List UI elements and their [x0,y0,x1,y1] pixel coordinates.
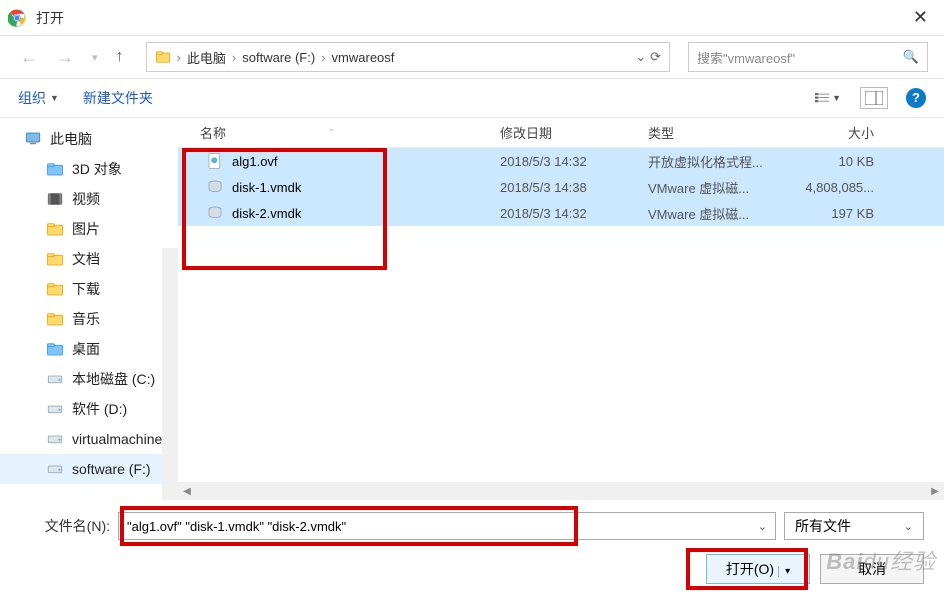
tree-item-icon [46,460,64,478]
chevron-down-icon: ▼ [832,93,841,103]
tree-item-label: 3D 对象 [72,159,122,179]
tree-item-label: 本地磁盘 (C:) [72,369,155,389]
search-input[interactable]: 搜索"vmwareosf" 🔍 [688,42,928,72]
search-placeholder: 搜索"vmwareosf" [697,48,795,67]
column-header-date[interactable]: 修改日期 [500,123,648,142]
tree-item-label: 文档 [72,249,100,269]
sort-indicator-icon: ˆ [330,128,333,138]
preview-pane-button[interactable] [860,87,888,109]
file-type: VMware 虚拟磁... [648,204,798,223]
file-size: 197 KB [798,206,894,221]
window-title: 打开 [36,8,905,28]
file-size: 10 KB [798,154,894,169]
pc-icon [24,130,42,148]
tree-item-label: 下载 [72,279,100,299]
open-button[interactable]: 打开(O)▾ [706,554,810,584]
column-header-type[interactable]: 类型 [648,123,798,142]
address-bar[interactable]: › 此电脑 › software (F:) › vmwareosf ⌄ ⟳ [146,42,670,72]
forward-button[interactable]: → [52,47,78,68]
tree-item-label: software (F:) [72,461,151,477]
cancel-button[interactable]: 取消 [820,554,924,584]
column-header-name[interactable]: 名称ˆ [178,123,500,142]
recent-dropdown[interactable]: ▾ [88,51,102,64]
tree-item[interactable]: virtualmachine [0,424,178,454]
tree-item-label: 音乐 [72,309,100,329]
breadcrumb-root[interactable]: 此电脑 [187,48,226,67]
help-button[interactable]: ? [906,88,926,108]
tree-item-icon [46,340,64,358]
breadcrumb-sep-icon: › [177,50,181,65]
tree-item-icon [46,430,64,448]
file-row[interactable]: disk-2.vmdk 2018/5/3 14:32VMware 虚拟磁...19… [178,200,944,226]
close-button[interactable]: ✕ [905,7,936,28]
back-button[interactable]: ← [16,47,42,68]
tree-item[interactable]: software (F:) [0,454,178,484]
tree-item-icon [46,220,64,238]
tree-item-label: 图片 [72,219,100,239]
organize-button[interactable]: 组织 ▼ [18,88,59,108]
tree-item[interactable]: 本地磁盘 (C:) [0,364,178,394]
folder-tree[interactable]: 此电脑 3D 对象视频图片文档下载音乐桌面本地磁盘 (C:) 软件 (D:) vir… [0,118,178,500]
file-row[interactable]: alg1.ovf 2018/5/3 14:32开放虚拟化格式程...10 KB [178,148,944,174]
tree-item-icon [46,250,64,268]
filename-label: 文件名(N): [20,516,110,536]
chevron-down-icon[interactable]: ⌄ [758,520,767,533]
chrome-icon [8,9,26,27]
view-options-button[interactable]: ▼ [814,87,842,109]
breadcrumb-drive[interactable]: software (F:) [242,50,315,65]
tree-scrollbar[interactable] [162,248,178,500]
tree-item[interactable]: 桌面 [0,334,178,364]
tree-item[interactable]: 文档 [0,244,178,274]
tree-this-pc[interactable]: 此电脑 [0,124,178,154]
breadcrumb-sep-icon: › [232,50,236,65]
tree-item[interactable]: 音乐 [0,304,178,334]
file-name: disk-2.vmdk [232,206,301,221]
file-type-filter[interactable]: 所有文件 ⌄ [784,512,924,540]
file-icon [206,152,224,170]
file-type: 开放虚拟化格式程... [648,152,798,171]
new-folder-button[interactable]: 新建文件夹 [83,88,153,108]
tree-item-label: 软件 (D:) [72,399,127,419]
file-row[interactable]: disk-1.vmdk 2018/5/3 14:38VMware 虚拟磁...4,… [178,174,944,200]
file-size: 4,808,085... [798,180,894,195]
scroll-right-icon[interactable]: ▶ [926,482,944,500]
file-date: 2018/5/3 14:32 [500,206,648,221]
filename-input[interactable]: "alg1.ovf" "disk-1.vmdk" "disk-2.vmdk" ⌄ [118,512,776,540]
split-dropdown-icon[interactable]: ▾ [778,566,790,577]
file-icon [206,178,224,196]
file-date: 2018/5/3 14:38 [500,180,648,195]
tree-item[interactable]: 软件 (D:) [0,394,178,424]
file-type: VMware 虚拟磁... [648,178,798,197]
tree-item-icon [46,370,64,388]
horizontal-scrollbar[interactable]: ◀ ▶ [178,482,944,500]
tree-item-icon [46,400,64,418]
tree-item[interactable]: 图片 [0,214,178,244]
tree-item-icon [46,160,64,178]
file-name: disk-1.vmdk [232,180,301,195]
tree-item-label: 桌面 [72,339,100,359]
search-icon: 🔍 [903,49,919,65]
tree-item[interactable]: 3D 对象 [0,154,178,184]
tree-item-icon [46,280,64,298]
folder-icon [155,49,171,65]
file-date: 2018/5/3 14:32 [500,154,648,169]
file-icon [206,204,224,222]
column-header-size[interactable]: 大小 [798,123,894,142]
scroll-left-icon[interactable]: ◀ [178,482,196,500]
tree-item[interactable]: 下载 [0,274,178,304]
tree-item-label: 视频 [72,189,100,209]
breadcrumb-folder[interactable]: vmwareosf [332,50,395,65]
refresh-icon[interactable]: ⟳ [650,49,661,65]
tree-item-icon [46,190,64,208]
address-dropdown-icon[interactable]: ⌄ [635,49,646,65]
file-name: alg1.ovf [232,154,278,169]
up-button[interactable]: ↑ [112,48,128,66]
tree-item[interactable]: 视频 [0,184,178,214]
breadcrumb-sep-icon: › [321,50,325,65]
tree-item-icon [46,310,64,328]
tree-item-label: virtualmachine [72,431,162,447]
chevron-down-icon[interactable]: ⌄ [904,520,913,533]
chevron-down-icon: ▼ [50,93,59,103]
